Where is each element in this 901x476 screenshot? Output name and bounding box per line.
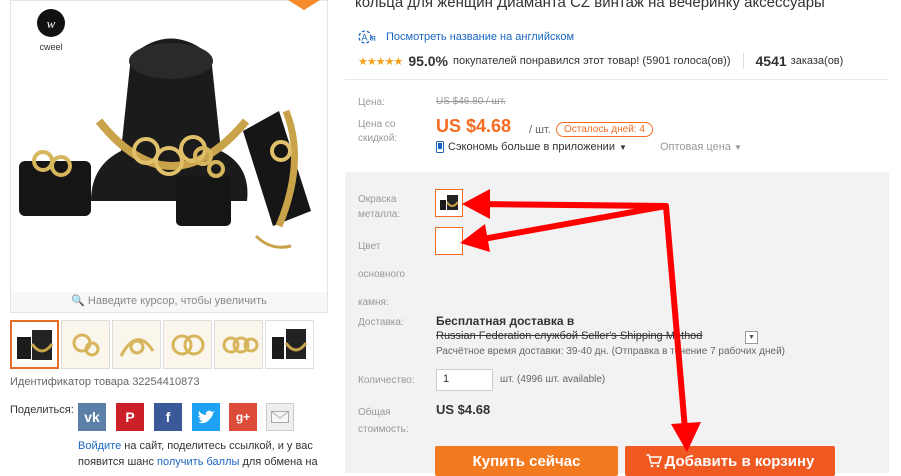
login-link[interactable]: Войдите: [78, 440, 121, 452]
stone-color-label: Цвет основного камня:: [358, 241, 406, 308]
thumbnail-3[interactable]: [112, 320, 161, 369]
rating-stars: ★★★★★: [358, 55, 403, 68]
orders-count: 4541: [755, 53, 787, 69]
total-value: US $4.68: [436, 402, 491, 417]
thumbnail-5[interactable]: [214, 320, 263, 369]
shipping-time: Расчётное время доставки: 39-40 дн. (Отп…: [436, 346, 786, 357]
shipping-title: Бесплатная доставка в: [436, 314, 575, 328]
svg-text:w: w: [47, 16, 56, 31]
buy-now-button[interactable]: Купить сейчас: [435, 446, 618, 476]
rating-text: покупателей понравился этот товар! (5901…: [453, 55, 731, 67]
discount-price: US $4.68: [436, 116, 512, 136]
app-promo-text: Сэкономь больше в приложении: [448, 141, 615, 153]
shipping-method[interactable]: Russian Federation службой Seller's Ship…: [436, 330, 702, 342]
quantity-available: шт. (4996 шт. available): [500, 374, 606, 385]
share-text: Войдите на сайт, поделитесь ссылкой, и у…: [78, 438, 328, 470]
magnifier-icon: 🔍: [71, 295, 85, 307]
wholesale-text: Оптовая цена: [660, 141, 731, 153]
wholesale-price-link[interactable]: Оптовая цена ▼: [660, 141, 742, 153]
translate-link-text: Посмотреть название на английском: [386, 31, 575, 43]
shipping-dropdown-icon[interactable]: ▼: [745, 331, 758, 344]
zoom-hint: 🔍 Наведите курсор, чтобы увеличить: [10, 292, 328, 313]
quantity-input[interactable]: 1: [436, 369, 493, 391]
chevron-down-icon: ▼: [618, 142, 627, 152]
options-panel: [345, 172, 889, 473]
facebook-icon[interactable]: f: [154, 403, 182, 431]
rating-divider: [742, 53, 744, 69]
total-label: Общая стоимость:: [358, 407, 409, 435]
zoom-hint-text: Наведите курсор, чтобы увеличить: [87, 295, 267, 307]
stone-color-swatch[interactable]: [435, 227, 463, 255]
divider: [345, 79, 889, 80]
thumbnail-1[interactable]: [10, 320, 59, 369]
price-unit: / шт.: [529, 124, 551, 136]
add-to-cart-button[interactable]: Добавить в корзину: [625, 446, 835, 476]
rating-percent: 95.0%: [408, 53, 449, 69]
phone-icon: [436, 141, 444, 153]
corner-flag: [288, 0, 320, 10]
discount-price-label: Цена со скидкой:: [358, 119, 398, 144]
metal-color-label: Окраска металла:: [358, 194, 401, 220]
google-plus-icon[interactable]: g+: [229, 403, 257, 431]
brand-logo-text: cweel: [39, 42, 62, 52]
old-price: US $46.80 / шт.: [436, 96, 506, 107]
main-product-image[interactable]: w cweel: [10, 0, 328, 294]
days-left-badge: Осталось дней: 4: [556, 122, 653, 137]
price-label: Цена:: [358, 97, 385, 108]
vk-icon[interactable]: vk: [78, 403, 106, 431]
thumbnail-2[interactable]: [61, 320, 110, 369]
chevron-down-icon: ▼: [733, 143, 742, 152]
product-id: Идентификатор товара 32254410873: [10, 376, 200, 388]
translate-link[interactable]: A я Посмотреть название на английском: [358, 30, 574, 44]
svg-text:я: я: [371, 33, 376, 43]
share-text-post: для обмена на: [239, 456, 318, 468]
jewelry-set-image: w cweel: [19, 9, 311, 249]
product-title: кольца для женщин Диаманта CZ винтаж на …: [355, 0, 825, 11]
app-promo[interactable]: Сэкономь больше в приложении ▼: [436, 141, 627, 153]
thumbnail-strip: [10, 320, 314, 369]
buy-now-label: Купить сейчас: [472, 452, 581, 470]
cart-icon: [646, 454, 662, 468]
quantity-label: Количество:: [358, 375, 415, 386]
points-link[interactable]: получить баллы: [157, 456, 239, 468]
translate-icon: A я: [358, 30, 376, 44]
share-label: Поделиться:: [10, 404, 74, 416]
svg-text:A: A: [362, 33, 368, 43]
pinterest-icon[interactable]: P: [116, 403, 144, 431]
orders-label: заказа(ов): [790, 55, 844, 67]
thumbnail-6[interactable]: [265, 320, 314, 369]
metal-color-swatch[interactable]: [435, 189, 463, 217]
thumbnail-4[interactable]: [163, 320, 212, 369]
twitter-icon[interactable]: [192, 403, 220, 431]
email-icon[interactable]: [266, 403, 294, 431]
shipping-label: Доставка:: [358, 317, 404, 328]
rating-row: ★★★★★ 95.0% покупателей понравился этот …: [358, 53, 843, 69]
add-to-cart-label: Добавить в корзину: [664, 452, 815, 470]
